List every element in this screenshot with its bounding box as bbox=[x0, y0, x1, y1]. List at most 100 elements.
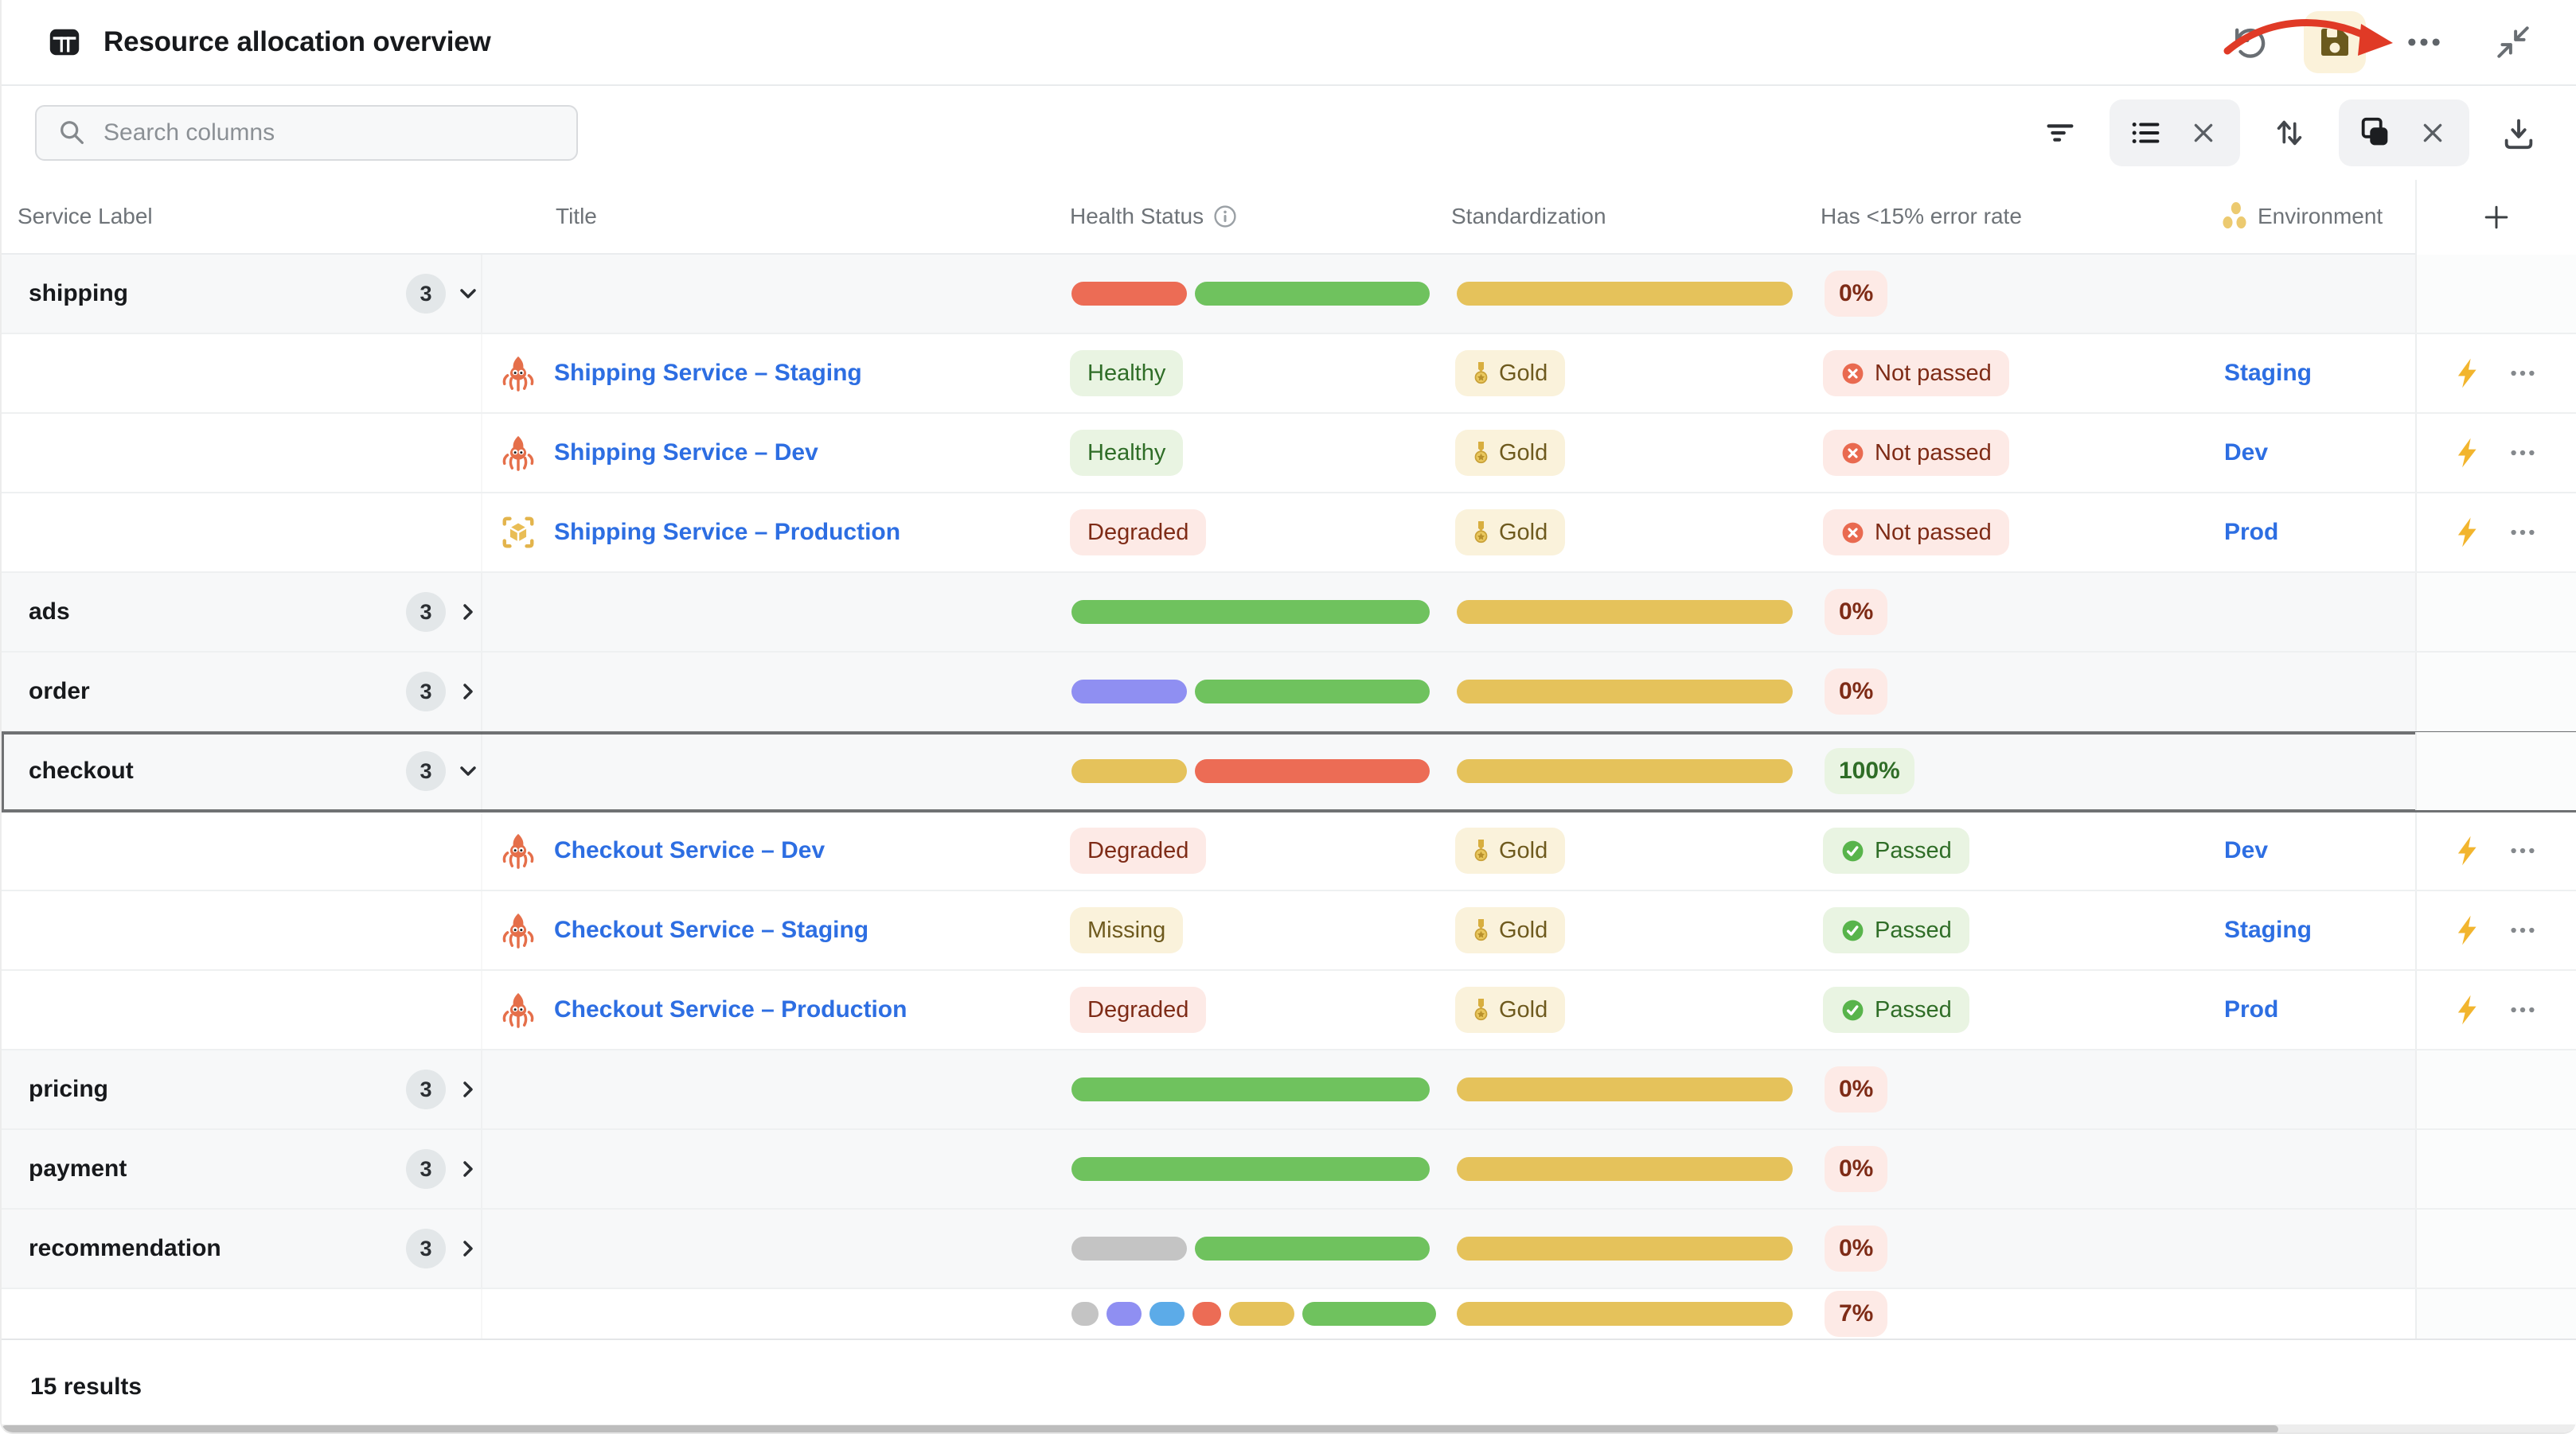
environment-link[interactable]: Staging bbox=[2224, 360, 2312, 387]
standardization-bar bbox=[1457, 1302, 1793, 1326]
group-row-order[interactable]: order30% bbox=[2, 653, 2576, 732]
error-rate-check-badge-label: Passed bbox=[1875, 918, 1952, 944]
group-row-shipping[interactable]: shipping30% bbox=[2, 255, 2576, 334]
group-toggle[interactable] bbox=[455, 679, 481, 704]
health-status-badge: Degraded bbox=[1070, 509, 1206, 555]
row-actions-cell bbox=[2415, 732, 2576, 810]
copy-pill bbox=[2339, 99, 2469, 166]
service-type bbox=[500, 355, 537, 392]
environment-link[interactable]: Staging bbox=[2224, 917, 2312, 944]
row-menu-button[interactable] bbox=[2506, 436, 2539, 470]
download-button[interactable] bbox=[2493, 107, 2544, 158]
quick-action-button[interactable] bbox=[2452, 357, 2485, 390]
info-icon[interactable] bbox=[1213, 205, 1237, 228]
error-rate-metric: 0% bbox=[1825, 1226, 1887, 1272]
health-status-badge: Degraded bbox=[1070, 987, 1206, 1033]
list-view-button[interactable] bbox=[2121, 107, 2172, 158]
page-title: Resource allocation overview bbox=[103, 26, 491, 58]
service-title-link[interactable]: Shipping Service – Staging bbox=[554, 360, 862, 387]
group-toggle[interactable] bbox=[455, 1077, 481, 1102]
group-label: pricing bbox=[29, 1076, 108, 1103]
health-status-badge-label: Degraded bbox=[1087, 838, 1188, 864]
quick-action-button[interactable] bbox=[2452, 436, 2485, 470]
health-status-bar bbox=[1071, 282, 1430, 306]
group-toggle[interactable] bbox=[455, 599, 481, 625]
bar-segment-gold bbox=[1457, 600, 1793, 624]
row-actions-cell bbox=[2415, 255, 2576, 333]
environment-link[interactable]: Prod bbox=[2224, 519, 2278, 546]
collapse-button[interactable] bbox=[2482, 11, 2544, 73]
clear-copy-button[interactable] bbox=[2407, 107, 2458, 158]
bar-segment-green bbox=[1195, 1237, 1430, 1261]
col-error-rate[interactable]: Has <15% error rate bbox=[1821, 204, 2022, 229]
quick-action-button[interactable] bbox=[2452, 834, 2485, 867]
col-standardization[interactable]: Standardization bbox=[1451, 204, 1606, 229]
service-title-link[interactable]: Shipping Service – Production bbox=[554, 519, 900, 546]
quick-action-button[interactable] bbox=[2452, 914, 2485, 947]
environment-link[interactable]: Dev bbox=[2224, 439, 2268, 466]
health-status-badge: Degraded bbox=[1070, 828, 1206, 874]
service-title-link[interactable]: Shipping Service – Dev bbox=[554, 439, 818, 466]
group-row-ads[interactable]: ads30% bbox=[2, 573, 2576, 653]
standardization-bar bbox=[1457, 282, 1793, 306]
circle-check-icon bbox=[1840, 839, 1865, 863]
group-row-recommendation[interactable]: recommendation30% bbox=[2, 1210, 2576, 1289]
circle-x-icon bbox=[1840, 361, 1865, 386]
squid-icon bbox=[500, 832, 537, 869]
service-title-link[interactable]: Checkout Service – Dev bbox=[554, 837, 825, 864]
row-menu-button[interactable] bbox=[2506, 357, 2539, 390]
bar-segment-gold bbox=[1457, 1077, 1793, 1101]
group-row-payment[interactable]: payment30% bbox=[2, 1130, 2576, 1210]
row-menu-button[interactable] bbox=[2506, 834, 2539, 867]
group-row-pricing[interactable]: pricing30% bbox=[2, 1050, 2576, 1130]
group-by-pill bbox=[2110, 99, 2240, 166]
service-title-link[interactable]: Checkout Service – Production bbox=[554, 996, 907, 1023]
group-toggle[interactable] bbox=[455, 758, 481, 784]
service-title-link[interactable]: Checkout Service – Staging bbox=[554, 917, 868, 944]
service-row: Checkout Service – DevDegradedGoldPassed… bbox=[2, 812, 2576, 891]
circle-check-icon bbox=[1840, 918, 1865, 943]
copy-stack-button[interactable] bbox=[2350, 107, 2401, 158]
service-row: Shipping Service – ProductionDegradedGol… bbox=[2, 493, 2576, 573]
group-label: shipping bbox=[29, 280, 128, 307]
collapse-icon bbox=[2493, 22, 2533, 62]
horizontal-scrollbar-thumb[interactable] bbox=[2, 1425, 2278, 1433]
group-label: order bbox=[29, 678, 90, 705]
row-actions-cell bbox=[2415, 1050, 2576, 1128]
row-menu-button[interactable] bbox=[2506, 914, 2539, 947]
col-title[interactable]: Title bbox=[556, 204, 597, 229]
add-column-button[interactable] bbox=[2479, 200, 2514, 235]
bar-segment-red bbox=[1192, 1302, 1221, 1326]
close-icon bbox=[2416, 116, 2449, 150]
close-icon bbox=[2187, 116, 2220, 150]
row-actions-cell bbox=[2415, 573, 2576, 651]
group-toggle[interactable] bbox=[455, 281, 481, 306]
sort-button[interactable] bbox=[2264, 107, 2315, 158]
environment-link[interactable]: Dev bbox=[2224, 837, 2268, 864]
sort-icon bbox=[2271, 115, 2308, 151]
quick-action-button[interactable] bbox=[2452, 516, 2485, 549]
row-menu-button[interactable] bbox=[2506, 993, 2539, 1027]
bar-segment-gold bbox=[1457, 680, 1793, 703]
more-options-button[interactable] bbox=[2393, 11, 2455, 73]
col-service-label[interactable]: Service Label bbox=[18, 204, 153, 229]
copy-stack-icon bbox=[2357, 115, 2394, 151]
group-toggle[interactable] bbox=[455, 1156, 481, 1182]
col-environment[interactable]: Environment bbox=[2221, 201, 2383, 232]
service-type bbox=[500, 832, 537, 869]
group-row-checkout[interactable]: checkout3100% bbox=[2, 732, 2576, 812]
bar-segment-green bbox=[1195, 282, 1430, 306]
bolt-icon bbox=[2452, 516, 2485, 549]
clear-list-button[interactable] bbox=[2178, 107, 2229, 158]
save-button[interactable] bbox=[2304, 11, 2366, 73]
environment-link[interactable]: Prod bbox=[2224, 996, 2278, 1023]
row-menu-button[interactable] bbox=[2506, 516, 2539, 549]
group-toggle[interactable] bbox=[455, 1236, 481, 1261]
standardization-badge-label: Gold bbox=[1499, 918, 1548, 944]
search-input[interactable] bbox=[103, 119, 549, 146]
search-box[interactable] bbox=[35, 105, 578, 161]
col-health-status[interactable]: Health Status bbox=[1070, 204, 1237, 229]
undo-button[interactable] bbox=[2215, 11, 2277, 73]
quick-action-button[interactable] bbox=[2452, 993, 2485, 1027]
filter-button[interactable] bbox=[2035, 107, 2086, 158]
